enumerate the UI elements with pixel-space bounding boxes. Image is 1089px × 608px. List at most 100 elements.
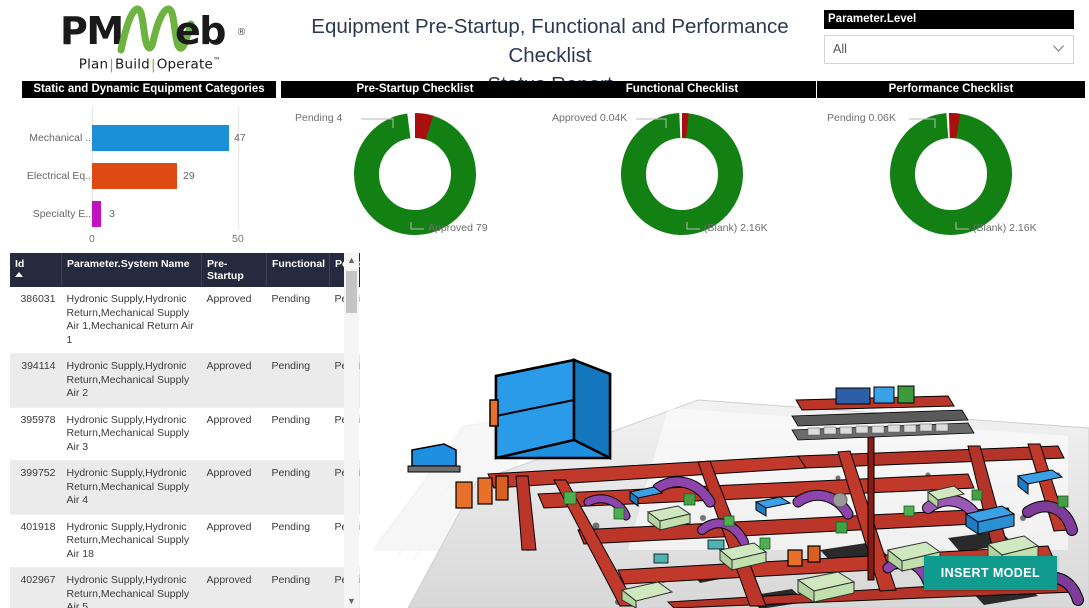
cell-id: 386031 <box>10 287 62 354</box>
bar-category-label-1: Electrical Eq... <box>26 170 94 182</box>
cell-id: 394114 <box>10 353 62 408</box>
functional-checklist-title: Functional Checklist <box>548 81 816 98</box>
cell-prestartup: Approved <box>201 567 267 608</box>
bar-value-label-0: 47 <box>234 132 246 144</box>
bar-xtick-1: 50 <box>232 233 244 245</box>
prestartup-donut-chart[interactable]: Pending 4 Approved 79 <box>281 98 549 243</box>
column-header-id[interactable]: Id <box>10 253 62 287</box>
performance-checklist-panel: Performance Checklist Pending 0.06K (Bla… <box>817 81 1085 243</box>
sort-ascending-icon[interactable] <box>15 272 23 277</box>
table-head: Id Parameter.System Name Pre-Startup Fun… <box>10 253 360 287</box>
table-body: 386031 Hydronic Supply,Hydronic Return,M… <box>10 287 360 608</box>
bar-value-label-1: 29 <box>183 170 195 182</box>
prestartup-label-approved: Approved 79 <box>428 222 488 234</box>
table-row[interactable]: 402967 Hydronic Supply,Hydronic Return,M… <box>10 567 360 608</box>
level-dropdown[interactable]: All <box>824 35 1074 64</box>
table-row[interactable]: 386031 Hydronic Supply,Hydronic Return,M… <box>10 287 360 354</box>
logo-text-eb: eb <box>175 9 226 53</box>
column-header-id-label: Id <box>15 258 25 270</box>
functional-checklist-panel: Functional Checklist Approved 0.04K (Bla… <box>548 81 816 243</box>
cell-functional: Pending <box>266 353 330 408</box>
cell-functional: Pending <box>266 460 330 515</box>
model-air-handling-unit <box>489 358 612 461</box>
cell-id: 401918 <box>10 514 62 568</box>
cell-system-name: Hydronic Supply,Hydronic Return,Mechanic… <box>61 514 202 568</box>
column-header-prestartup[interactable]: Pre-Startup <box>201 253 267 287</box>
table-row[interactable]: 401918 Hydronic Supply,Hydronic Return,M… <box>10 514 360 568</box>
logo-text-pm: PM <box>60 9 124 53</box>
slicer-title: Parameter.Level <box>824 10 1074 29</box>
cell-system-name: Hydronic Supply,Hydronic Return,Mechanic… <box>61 353 202 408</box>
scroll-down-icon[interactable]: ▼ <box>344 594 359 608</box>
table-row[interactable]: 395978 Hydronic Supply,Hydronic Return,M… <box>10 407 360 461</box>
bim-model-render[interactable] <box>368 250 1089 608</box>
checklist-table[interactable]: Id Parameter.System Name Pre-Startup Fun… <box>10 253 360 608</box>
pmweb-logo: PM eb ® Plan|Build|Operate™ <box>55 5 247 74</box>
cell-prestartup: Approved <box>201 353 267 408</box>
cell-functional: Pending <box>266 407 330 461</box>
prestartup-checklist-panel: Pre-Startup Checklist Pending 4 Approved… <box>281 81 549 243</box>
level-dropdown-value: All <box>833 42 847 56</box>
table-header-row: Id Parameter.System Name Pre-Startup Fun… <box>10 253 360 287</box>
bar-value-label-2: 3 <box>109 208 115 220</box>
cell-system-name: Hydronic Supply,Hydronic Return,Mechanic… <box>61 460 202 515</box>
level-filter-slicer: Parameter.Level All <box>824 10 1074 64</box>
cell-id: 399752 <box>10 460 62 515</box>
registered-mark-icon: ® <box>236 27 247 38</box>
scroll-up-icon[interactable]: ▲ <box>344 253 359 267</box>
functional-label-blank: (Blank) 2.16K <box>704 222 768 234</box>
performance-label-pending: Pending 0.06K <box>827 112 896 124</box>
trademark-mark-icon: ™ <box>213 56 222 65</box>
scrollbar-thumb[interactable] <box>346 271 357 313</box>
bar-category-label-2: Specialty E... <box>32 208 94 220</box>
performance-donut-chart[interactable]: Pending 0.06K (Blank) 2.16K <box>817 98 1085 243</box>
model-tank <box>832 492 848 508</box>
bar-axis-max-line <box>238 107 239 229</box>
equipment-categories-bar-chart[interactable]: Mechanical ... 47 Electrical Eq... 29 Sp… <box>22 101 276 245</box>
functional-slice-blank[interactable] <box>621 113 743 235</box>
logo-tagline: Plan|Build|Operate™ <box>55 56 245 73</box>
column-header-system-name[interactable]: Parameter.System Name <box>61 253 202 287</box>
tagline-operate: Operate <box>156 56 214 73</box>
cell-system-name: Hydronic Supply,Hydronic Return,Mechanic… <box>61 407 202 461</box>
page-title-line-1: Equipment Pre-Startup, Functional and Pe… <box>311 15 789 67</box>
performance-label-blank: (Blank) 2.16K <box>973 222 1037 234</box>
cell-id: 395978 <box>10 407 62 461</box>
column-header-functional[interactable]: Functional <box>266 253 330 287</box>
table-row[interactable]: 394114 Hydronic Supply,Hydronic Return,M… <box>10 353 360 408</box>
chevron-down-icon[interactable] <box>1053 45 1064 52</box>
table-scrollbar[interactable]: ▲ ▼ <box>344 253 359 608</box>
bar-rect-2[interactable] <box>92 201 101 227</box>
functional-label-approved: Approved 0.04K <box>552 112 628 124</box>
performance-checklist-title: Performance Checklist <box>817 81 1085 98</box>
cell-prestartup: Approved <box>201 287 267 354</box>
cell-prestartup: Approved <box>201 460 267 515</box>
tagline-build: Build <box>115 56 150 73</box>
bar-rect-1[interactable] <box>92 163 177 189</box>
cell-prestartup: Approved <box>201 514 267 568</box>
cell-id: 402967 <box>10 567 62 608</box>
cell-prestartup: Approved <box>201 407 267 461</box>
insert-model-button[interactable]: INSERT MODEL <box>923 556 1057 590</box>
cell-functional: Pending <box>266 514 330 568</box>
logo-wordmark: PM eb ® <box>55 5 247 54</box>
table-row[interactable]: 399752 Hydronic Supply,Hydronic Return,M… <box>10 460 360 515</box>
tagline-separator-2: | <box>150 56 156 73</box>
prestartup-label-pending: Pending 4 <box>295 112 343 124</box>
equipment-categories-panel: Static and Dynamic Equipment Categories … <box>22 81 276 245</box>
model-roof-unit <box>407 443 461 473</box>
functional-donut-chart[interactable]: Approved 0.04K (Blank) 2.16K <box>548 98 816 243</box>
cell-functional: Pending <box>266 287 330 354</box>
equipment-categories-title: Static and Dynamic Equipment Categories <box>22 81 276 98</box>
checklist-table-element: Id Parameter.System Name Pre-Startup Fun… <box>10 253 360 608</box>
bar-category-label-0: Mechanical ... <box>29 132 94 144</box>
model-riser <box>867 427 875 581</box>
bar-rect-0[interactable] <box>92 125 229 151</box>
cell-system-name: Hydronic Supply,Hydronic Return,Mechanic… <box>61 287 202 354</box>
bar-xtick-0: 0 <box>89 233 95 245</box>
tagline-plan: Plan <box>78 56 109 73</box>
bim-model-viewer[interactable]: INSERT MODEL <box>368 250 1089 608</box>
prestartup-checklist-title: Pre-Startup Checklist <box>281 81 549 98</box>
cell-system-name: Hydronic Supply,Hydronic Return,Mechanic… <box>61 567 202 608</box>
cell-functional: Pending <box>266 567 330 608</box>
